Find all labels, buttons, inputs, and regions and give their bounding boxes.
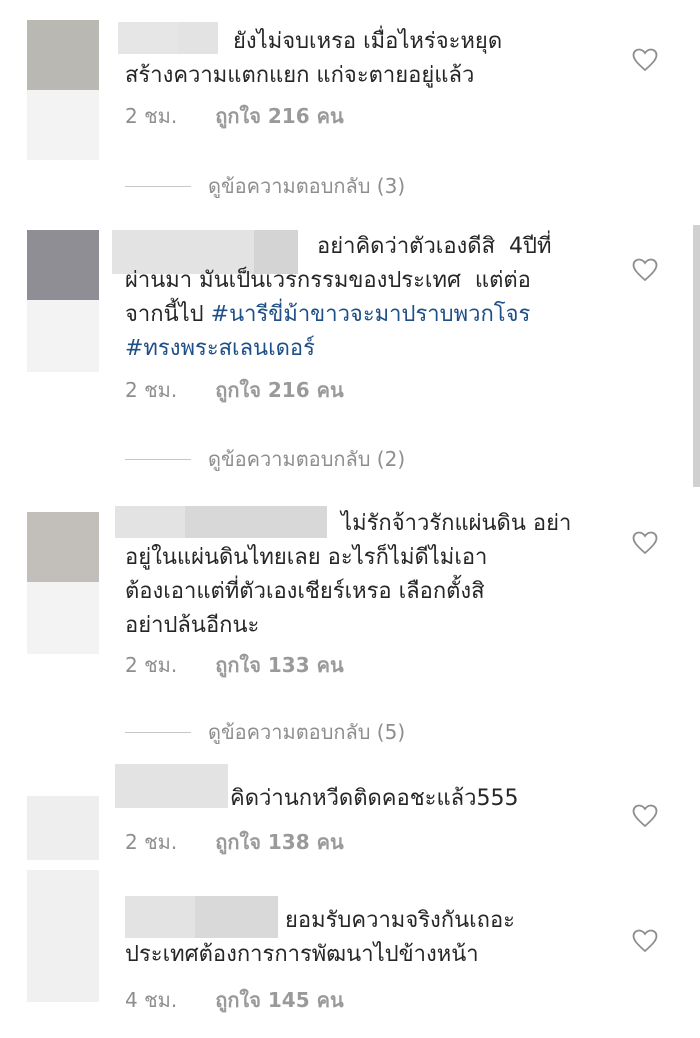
heart-outline-icon[interactable]: [632, 258, 658, 282]
like-count-button[interactable]: ถูกใจ 138 คน: [215, 826, 343, 858]
comment-text: อย่าคิดว่าตัวเองดีสิ 4ปีที่ ผ่านมา มันเป…: [125, 230, 625, 366]
comment-time: 2 ชม.: [125, 378, 178, 402]
comment-text: คิดว่านกหวีดติดคอชะแล้ว555: [230, 786, 519, 811]
replies-divider: [125, 458, 191, 460]
like-count-button[interactable]: ถูกใจ 216 คน: [215, 374, 343, 406]
like-count-button[interactable]: ถูกใจ 145 คน: [215, 984, 343, 1016]
hashtag-link[interactable]: #นารีขี่ม้าขาวจะมาปราบพวกโจร: [211, 302, 531, 327]
view-replies-label: ดูข้อความตอบกลับ (3): [208, 174, 406, 198]
comment-meta: 2 ชม. ถูกใจ 133 คน: [125, 649, 344, 681]
view-replies-label: ดูข้อความตอบกลับ (5): [208, 720, 406, 744]
comment-text: ยังไม่จบเหรอ เมื่อไหร่จะหยุด สร้างความแต…: [125, 29, 503, 88]
comment-time: 2 ชม.: [125, 653, 178, 677]
like-count-button[interactable]: ถูกใจ 133 คน: [215, 649, 343, 681]
comment-meta: 2 ชม. ถูกใจ 216 คน: [125, 374, 344, 406]
heart-outline-icon[interactable]: [632, 531, 658, 555]
view-replies-label: ดูข้อความตอบกลับ (2): [208, 447, 406, 471]
heart-outline-icon[interactable]: [632, 804, 658, 828]
avatar[interactable]: [27, 796, 99, 860]
view-replies-link[interactable]: ดูข้อความตอบกลับ (5): [125, 716, 405, 748]
view-replies-link[interactable]: ดูข้อความตอบกลับ (2): [125, 443, 405, 475]
comment-meta: 2 ชม. ถูกใจ 138 คน: [125, 826, 344, 858]
comment-meta: 4 ชม. ถูกใจ 145 คน: [125, 984, 344, 1016]
username-redacted[interactable]: [115, 764, 228, 808]
comment-meta: 2 ชม. ถูกใจ 216 คน: [125, 100, 344, 132]
replies-divider: [125, 731, 191, 733]
comment-time: 4 ชม.: [125, 988, 178, 1012]
scrollbar-thumb[interactable]: [693, 225, 700, 487]
avatar[interactable]: [27, 870, 99, 1002]
avatar[interactable]: [27, 512, 99, 654]
heart-outline-icon[interactable]: [632, 48, 658, 72]
comment-text: ยอมรับความจริงกันเถอะ ประเทศต้องการการพั…: [125, 908, 515, 967]
view-replies-link[interactable]: ดูข้อความตอบกลับ (3): [125, 170, 405, 202]
replies-divider: [125, 185, 191, 187]
hashtag-link[interactable]: #ทรงพระสเลนเดอร์: [125, 336, 315, 361]
heart-outline-icon[interactable]: [632, 929, 658, 953]
like-count-button[interactable]: ถูกใจ 216 คน: [215, 100, 343, 132]
avatar[interactable]: [27, 230, 99, 372]
comment-time: 2 ชม.: [125, 104, 178, 128]
comment-text: ไม่รักจ้าวรักแผ่นดิน อย่า อยู่ในแผ่นดินไ…: [125, 511, 572, 638]
avatar[interactable]: [27, 20, 99, 160]
comment-time: 2 ชม.: [125, 830, 178, 854]
